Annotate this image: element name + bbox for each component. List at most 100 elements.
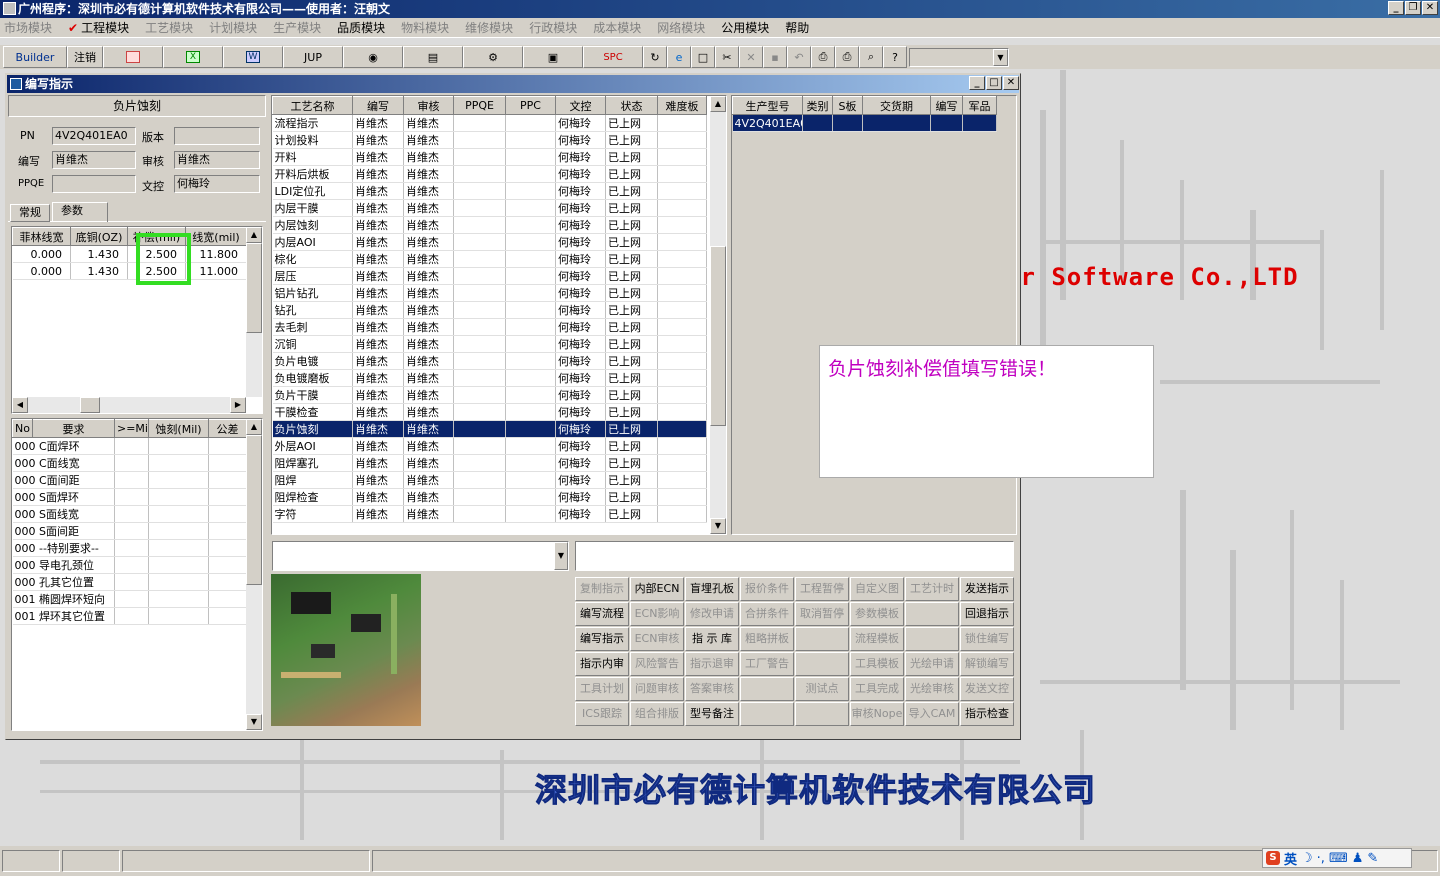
table-cell[interactable] [505, 267, 556, 285]
scroll-thumb[interactable] [246, 435, 262, 585]
column-header[interactable]: 难度板 [657, 96, 707, 115]
requirement-cell[interactable]: 000 C面线宽 [12, 454, 115, 472]
column-header[interactable]: 蚀刻(Mil) [148, 419, 209, 438]
table-cell[interactable]: 已上网 [605, 471, 658, 489]
table-cell[interactable] [657, 250, 707, 268]
process-row[interactable]: LDI定位孔 肖维杰 肖维杰 何梅玲 已上网 [272, 182, 707, 200]
table-cell[interactable]: 肖维杰 [403, 165, 454, 183]
tab-params[interactable]: 参数 [52, 202, 108, 222]
scroll-thumb[interactable] [246, 243, 262, 333]
table-cell[interactable]: 沉铜 [272, 335, 353, 353]
table-cell[interactable]: 层压 [272, 267, 353, 285]
scroll-up-icon[interactable]: ▲ [710, 96, 726, 112]
table-cell[interactable]: 已上网 [605, 505, 658, 523]
ime-language[interactable]: 英 [1284, 849, 1297, 868]
print-icon[interactable]: ⎙ [835, 46, 859, 68]
params-hscroll[interactable]: ◀ ▶ [12, 397, 246, 413]
column-header[interactable]: 军品 [962, 96, 997, 115]
table-cell[interactable]: 肖维杰 [352, 182, 404, 200]
menu-item[interactable]: 公用模块 [721, 19, 769, 36]
table-cell[interactable]: 开料 [272, 148, 353, 166]
action-button[interactable]: 指 示 库 [685, 627, 739, 651]
table-cell[interactable] [453, 471, 506, 489]
process-vscroll[interactable]: ▲ ▼ [710, 96, 726, 534]
ppqe-field[interactable] [52, 175, 136, 193]
table-cell[interactable] [505, 114, 556, 132]
table-row[interactable]: 000 C面线宽 [12, 454, 247, 472]
table-cell[interactable] [657, 437, 707, 455]
table-cell[interactable]: 肖维杰 [403, 335, 454, 353]
process-row[interactable]: 棕化 肖维杰 肖维杰 何梅玲 已上网 [272, 250, 707, 268]
table-cell[interactable] [453, 131, 506, 149]
process-row[interactable]: 负片干膜 肖维杰 肖维杰 何梅玲 已上网 [272, 386, 707, 404]
table-cell[interactable] [453, 437, 506, 455]
table-cell[interactable]: 肖维杰 [352, 148, 404, 166]
action-button[interactable]: 回退指示 [960, 602, 1014, 626]
table-cell[interactable] [114, 556, 149, 574]
window-minimize-button[interactable]: _ [969, 76, 985, 90]
table-cell[interactable] [453, 335, 506, 353]
table-cell[interactable]: 肖维杰 [352, 437, 404, 455]
column-header[interactable]: 文控 [555, 96, 606, 115]
table-cell[interactable]: 肖维杰 [352, 335, 404, 353]
table-cell[interactable] [114, 590, 149, 608]
action-button[interactable]: 工厂警告 [740, 652, 794, 676]
ime-toolbar[interactable]: S 英 ☽ ·, ⌨ ♟ ✎ [1262, 848, 1412, 868]
table-cell[interactable] [453, 267, 506, 285]
scroll-thumb[interactable] [710, 246, 726, 426]
action-button[interactable] [740, 702, 794, 726]
action-button[interactable]: 型号备注 [685, 702, 739, 726]
jup-button[interactable]: JUP [283, 46, 343, 68]
window-maximize-button[interactable]: □ [986, 76, 1002, 90]
action-button[interactable]: 指示检查 [960, 702, 1014, 726]
restore-button[interactable]: ❐ [1405, 1, 1421, 15]
table-cell[interactable]: 何梅玲 [555, 131, 606, 149]
process-row[interactable]: 开料后烘板 肖维杰 肖维杰 何梅玲 已上网 [272, 165, 707, 183]
requirements-vscroll[interactable]: ▲ ▼ [246, 419, 262, 730]
table-cell[interactable]: 计划投料 [272, 131, 353, 149]
ie-icon[interactable]: e [667, 46, 691, 68]
table-cell[interactable]: 何梅玲 [555, 454, 606, 472]
process-row[interactable]: 计划投料 肖维杰 肖维杰 何梅玲 已上网 [272, 131, 707, 149]
table-cell[interactable] [453, 114, 506, 132]
table-cell[interactable]: 何梅玲 [555, 318, 606, 336]
action-button[interactable]: 解锁编写 [960, 652, 1014, 676]
table-cell[interactable] [148, 573, 209, 591]
table-cell[interactable] [208, 454, 247, 472]
process-row[interactable]: 内层AOI 肖维杰 肖维杰 何梅玲 已上网 [272, 233, 707, 251]
action-button[interactable]: 发送文控 [960, 677, 1014, 701]
table-cell[interactable]: 何梅玲 [555, 369, 606, 387]
action-button[interactable]: 光绘审核 [905, 677, 959, 701]
table-cell[interactable] [862, 114, 931, 132]
table-cell[interactable]: 棕化 [272, 250, 353, 268]
column-header[interactable]: 类别 [802, 96, 833, 115]
table-cell[interactable]: 已上网 [605, 352, 658, 370]
column-header[interactable]: S板 [832, 96, 863, 115]
table-cell[interactable]: 肖维杰 [352, 301, 404, 319]
model-row[interactable]: 4V2Q401EA0 [732, 114, 997, 132]
table-cell[interactable]: 已上网 [605, 216, 658, 234]
find-icon[interactable]: ⌕ [859, 46, 883, 68]
table-cell[interactable]: 4V2Q401EA0 [732, 114, 803, 132]
note-input[interactable] [575, 541, 1014, 571]
process-row[interactable]: 阻焊检查 肖维杰 肖维杰 何梅玲 已上网 [272, 488, 707, 506]
table-cell[interactable]: 何梅玲 [555, 352, 606, 370]
table-cell[interactable] [453, 352, 506, 370]
column-header[interactable]: 要求 [32, 419, 115, 438]
table-cell[interactable] [505, 216, 556, 234]
table-row[interactable]: 000 C面间距 [12, 471, 247, 489]
table-cell[interactable]: 肖维杰 [403, 437, 454, 455]
table-cell[interactable]: 肖维杰 [352, 233, 404, 251]
action-button[interactable]: 锁住编写 [960, 627, 1014, 651]
table-cell[interactable] [962, 114, 997, 132]
column-header[interactable]: PPC [505, 96, 556, 115]
table-cell[interactable]: 内层AOI [272, 233, 353, 251]
table-cell[interactable]: 何梅玲 [555, 471, 606, 489]
action-button[interactable] [795, 702, 849, 726]
table-cell[interactable] [114, 607, 149, 625]
action-button[interactable]: 粗略拼板 [740, 627, 794, 651]
table-cell[interactable] [453, 318, 506, 336]
table-cell[interactable] [208, 437, 247, 455]
table-cell[interactable] [505, 488, 556, 506]
action-button[interactable]: 工具完成 [850, 677, 904, 701]
